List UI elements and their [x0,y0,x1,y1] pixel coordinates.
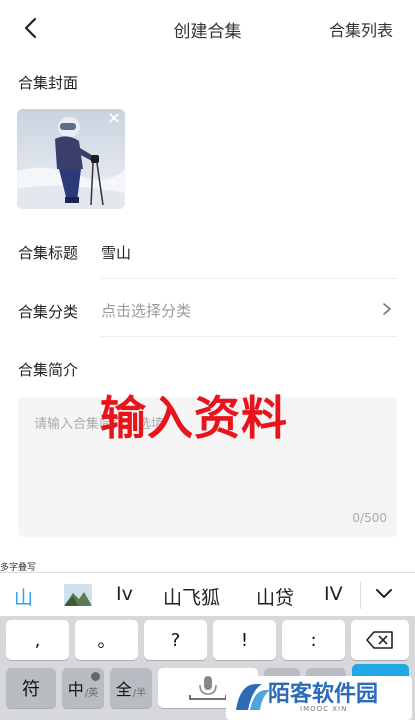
chevron-down-icon[interactable] [374,587,394,601]
candidate-item[interactable]: 山 [14,583,33,610]
backspace-icon [366,631,393,649]
key-comma[interactable]: , [6,620,69,660]
watermark-subtext: IMOOC XIN [300,705,348,713]
width-key-sub: /半 [132,687,147,699]
cover-image[interactable] [17,109,125,209]
header: 创建合集 合集列表 [0,0,415,56]
collection-list-link[interactable]: 合集列表 [329,17,393,41]
candidate-item[interactable]: IV [324,583,343,605]
category-label: 合集分类 [18,303,79,321]
backspace-key[interactable] [351,620,409,660]
language-toggle-key[interactable]: 中/英 [62,668,104,708]
candidate-image-icon[interactable] [64,584,92,606]
candidate-item[interactable]: 山飞狐 [163,583,220,610]
intro-label: 合集简介 [18,361,79,379]
symbols-key-label: 符 [22,679,40,700]
divider [100,278,397,279]
candidate-bar: 山 Iv 山飞狐 山贷 IV [0,572,415,616]
language-key-sub: /英 [84,687,99,699]
category-selector[interactable]: 点击选择分类 [101,300,191,321]
symbols-key[interactable]: 符 [6,668,56,708]
language-key-label: 中 [67,680,84,699]
intro-char-count: 0/500 [352,511,387,525]
cover-label: 合集封面 [18,74,79,92]
width-key-label: 全 [115,680,132,699]
divider [100,336,397,337]
key-question[interactable]: ? [144,620,207,660]
watermark-text: 陌客软件园 [268,682,379,707]
key-period[interactable]: 。 [75,620,138,660]
remove-cover-icon[interactable] [107,111,121,125]
width-toggle-key[interactable]: 全/半 [110,668,152,708]
chevron-right-icon[interactable] [381,302,393,316]
key-exclamation[interactable]: ! [213,620,276,660]
overlay-caption: 输入资料 [100,391,288,445]
divider [360,581,361,609]
title-label: 合集标题 [18,244,79,262]
indicator-dot [91,672,100,681]
candidate-item[interactable]: Iv [116,583,133,605]
candidate-item[interactable]: 山贷 [256,583,294,610]
key-colon[interactable]: : [282,620,345,660]
title-input[interactable]: 雪山 [101,242,131,263]
